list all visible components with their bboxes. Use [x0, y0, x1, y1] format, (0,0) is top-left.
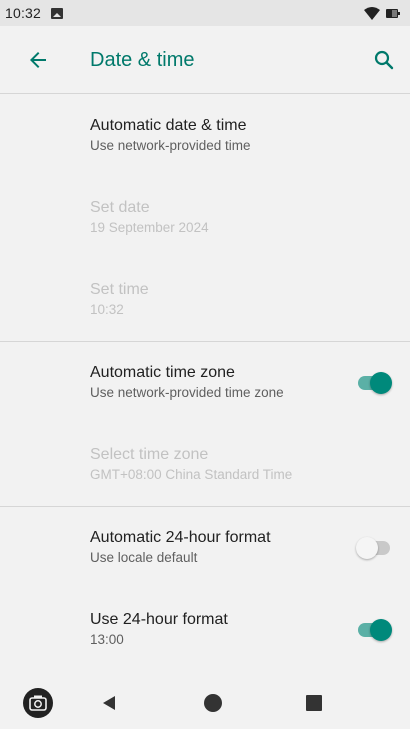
setting-title: Use 24-hour format	[90, 611, 228, 628]
toggle-thumb	[356, 537, 378, 559]
page-title: Date & time	[90, 49, 195, 71]
settings-list: Automatic date & time Use network-provid…	[0, 95, 410, 671]
setting-summary: 13:00	[90, 632, 124, 647]
toggle-thumb	[370, 372, 392, 394]
setting-title: Set date	[90, 199, 150, 216]
status-icons	[364, 6, 400, 20]
setting-summary: 19 September 2024	[90, 220, 209, 235]
setting-automatic-24-hour-format[interactable]: Automatic 24-hour format Use locale defa…	[0, 507, 410, 589]
image-notification-icon	[51, 7, 64, 19]
use-24-hour-format-toggle[interactable]	[356, 618, 392, 642]
nav-back-icon[interactable]	[101, 695, 117, 711]
navigation-bar	[0, 676, 410, 729]
status-bar: 10:32	[0, 0, 410, 26]
setting-title: Automatic 24-hour format	[90, 529, 271, 546]
setting-summary: 10:32	[90, 302, 124, 317]
wifi-icon	[364, 6, 380, 20]
automatic-24-hour-format-toggle[interactable]	[356, 536, 392, 560]
setting-automatic-date-time[interactable]: Automatic date & time Use network-provid…	[0, 95, 410, 177]
setting-select-time-zone: Select time zone GMT+08:00 China Standar…	[0, 424, 410, 506]
setting-automatic-time-zone[interactable]: Automatic time zone Use network-provided…	[0, 342, 410, 424]
setting-set-date: Set date 19 September 2024	[0, 177, 410, 259]
setting-title: Select time zone	[90, 446, 209, 463]
nav-home-icon[interactable]	[204, 694, 222, 712]
battery-icon	[386, 8, 400, 18]
arrow-left-icon[interactable]	[26, 48, 50, 72]
setting-set-time: Set time 10:32	[0, 259, 410, 341]
setting-summary: Use network-provided time zone	[90, 385, 284, 400]
nav-recents-icon[interactable]	[306, 695, 322, 711]
search-icon[interactable]	[372, 48, 396, 72]
camera-icon[interactable]	[22, 687, 54, 719]
app-bar: Date & time	[0, 26, 410, 94]
automatic-time-zone-toggle[interactable]	[356, 371, 392, 395]
setting-title: Automatic time zone	[90, 364, 235, 381]
toggle-thumb	[370, 619, 392, 641]
setting-summary: Use locale default	[90, 550, 198, 565]
setting-summary: GMT+08:00 China Standard Time	[90, 467, 293, 482]
setting-use-24-hour-format[interactable]: Use 24-hour format 13:00	[0, 589, 410, 671]
setting-title: Set time	[90, 281, 149, 298]
status-time: 10:32	[5, 5, 42, 21]
setting-title: Automatic date & time	[90, 117, 247, 134]
setting-summary: Use network-provided time	[90, 138, 251, 153]
